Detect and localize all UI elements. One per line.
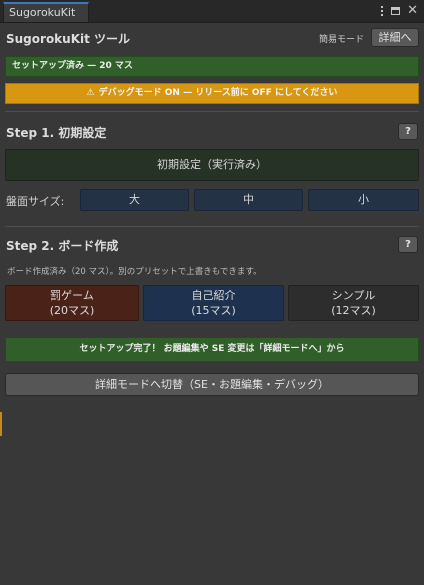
- detail-mode-button[interactable]: 詳細へ: [371, 28, 419, 47]
- preset-count: (12マス): [331, 304, 376, 317]
- switch-detail-mode-button[interactable]: 詳細モードへ切替（SE・お題編集・デバッグ）: [5, 373, 419, 396]
- preset-name: シンプル: [331, 289, 376, 302]
- step1-help-button[interactable]: ?: [398, 123, 418, 140]
- close-icon[interactable]: ✕: [407, 4, 418, 17]
- board-description: ボード作成済み（20 マス）。別のプリセットで上書きもできます。: [7, 267, 262, 277]
- size-medium-button[interactable]: 中: [194, 189, 303, 211]
- warning-icon: ⚠: [86, 88, 95, 98]
- setup-complete-bar: セットアップ完了！ お題編集や SE 変更は「詳細モードへ」から: [5, 337, 419, 362]
- window-controls: ✕: [380, 3, 418, 19]
- panel-title: SugorokuKit ツール: [6, 32, 131, 46]
- initialize-button[interactable]: 初期設定（実行済み）: [5, 149, 419, 181]
- preset-name: 自己紹介: [191, 289, 236, 302]
- side-accent-marker: [0, 412, 2, 436]
- board-size-label: 盤面サイズ:: [6, 195, 65, 208]
- maximize-icon[interactable]: [391, 7, 401, 15]
- preset-count: (20マス): [49, 304, 95, 317]
- preset-name: 罰ゲーム: [50, 289, 94, 302]
- divider: [5, 111, 419, 112]
- setup-status-bar: セットアップ済み — 20 マス: [5, 56, 419, 77]
- debug-warning-text: デバッグモード ON — リリース前に OFF にしてください: [98, 88, 338, 98]
- setup-complete-text: セットアップ完了！ お題編集や SE 変更は「詳細モードへ」から: [79, 344, 345, 354]
- preset-simple-button[interactable]: シンプル (12マス): [288, 285, 419, 321]
- window-tab[interactable]: SugorokuKit: [3, 2, 89, 22]
- step2-title: Step 2. ボード作成: [6, 239, 119, 253]
- size-large-button[interactable]: 大: [80, 189, 189, 211]
- step1-title: Step 1. 初期設定: [6, 126, 107, 140]
- window-tab-bar: SugorokuKit ✕: [0, 0, 424, 23]
- size-small-button[interactable]: 小: [308, 189, 419, 211]
- step2-help-button[interactable]: ?: [398, 236, 418, 253]
- kebab-menu-icon[interactable]: [380, 6, 384, 16]
- preset-count: (15マス): [191, 304, 236, 317]
- divider: [5, 226, 419, 227]
- window-tab-title: SugorokuKit: [9, 6, 76, 19]
- preset-intro-button[interactable]: 自己紹介 (15マス): [143, 285, 284, 321]
- setup-status-text: セットアップ済み — 20 マス: [12, 61, 133, 71]
- mode-label: 簡易モード: [319, 35, 365, 45]
- panel-header: SugorokuKit ツール 簡易モード 詳細へ: [0, 22, 424, 52]
- debug-warning-bar: ⚠ デバッグモード ON — リリース前に OFF にしてください: [5, 83, 419, 104]
- preset-punishment-button[interactable]: 罰ゲーム (20マス): [5, 285, 139, 321]
